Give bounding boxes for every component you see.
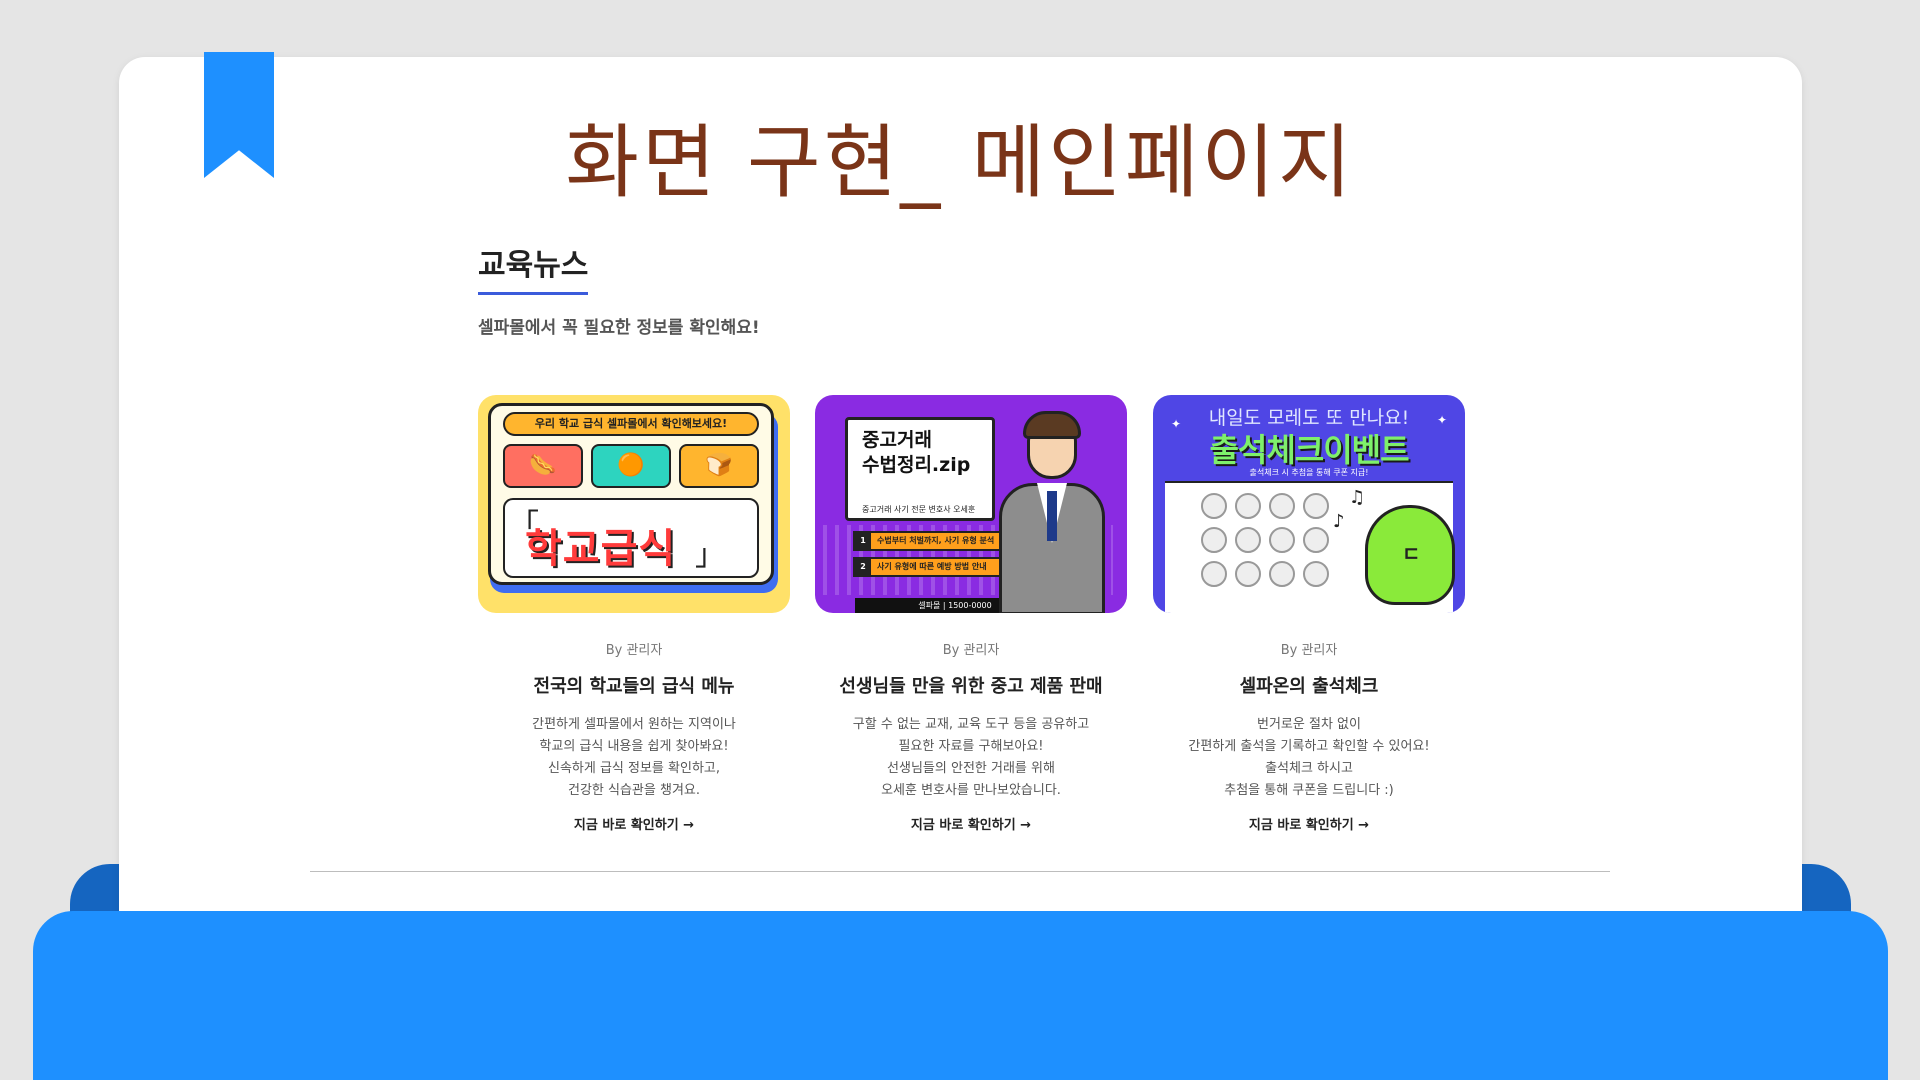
lunch-word: 학교급식 xyxy=(525,526,677,572)
music-note-icon: ♫ xyxy=(1349,487,1366,508)
section-title: 교육뉴스 xyxy=(478,240,589,295)
read-more-link[interactable]: 지금 바로 확인하기 → xyxy=(1153,814,1465,833)
stamp-icon xyxy=(1235,561,1261,587)
stamp-icon xyxy=(1303,493,1329,519)
card-author: By 관리자 xyxy=(1280,643,1338,658)
read-more-link[interactable]: 지금 바로 확인하기 → xyxy=(815,814,1127,833)
section-divider xyxy=(310,871,1610,872)
stamp-icon xyxy=(1201,527,1227,553)
attendance-sub: 출석체크 시 추첨을 통해 쿠폰 지급! xyxy=(1249,468,1369,477)
stamp-icon xyxy=(1201,561,1227,587)
stamp-icon xyxy=(1269,493,1295,519)
read-more-link[interactable]: 지금 바로 확인하기 → xyxy=(478,814,790,833)
stamp-icon xyxy=(1201,493,1227,519)
card-description: 구할 수 없는 교재, 교육 도구 등을 공유하고 필요한 자료를 구해보아요!… xyxy=(852,717,1090,798)
folder-front-panel xyxy=(33,911,1888,1080)
stamp-icon xyxy=(1235,493,1261,519)
lunch-board: 「 학교급식 」 xyxy=(503,498,759,578)
hotdog-icon: 🌭 xyxy=(503,444,583,488)
attendance-headline: 출석체크이벤트 xyxy=(1209,431,1409,469)
music-note-icon: ♪ xyxy=(1333,511,1345,532)
card-author: By 관리자 xyxy=(942,643,1000,658)
mascot-illustration: ㄷ xyxy=(1365,505,1455,605)
card-description: 번거로운 절차 없이 간편하게 출석을 기록하고 확인할 수 있어요! 출석체크… xyxy=(1188,717,1430,798)
slide-title: 화면 구현_ 메인페이지 xyxy=(565,116,1355,209)
stamp-icon xyxy=(1269,527,1295,553)
card-title[interactable]: 선생님들 만을 위한 중고 제품 판매 xyxy=(815,672,1127,698)
tip-item-2: 2 사기 유형에 따른 예방 방법 안내 xyxy=(853,557,1001,577)
stamp-icon xyxy=(1303,561,1329,587)
egg-icon: 🟠 xyxy=(591,444,671,488)
stamp-icon xyxy=(1303,527,1329,553)
news-card-lunch[interactable]: 우리 학교 급식 셀파몰에서 확인해보세요! 🌭 🟠 🍞 「 학교급식 」 By… xyxy=(478,395,790,833)
stamp-icon xyxy=(1235,527,1261,553)
section-subtitle: 셀파몰에서 꼭 필요한 정보를 확인해요! xyxy=(478,318,760,338)
card-author: By 관리자 xyxy=(605,643,663,658)
news-card-attendance[interactable]: ✦ ✦ 내일도 모레도 또 만나요! 출석체크이벤트 출석체크 시 추첨을 통해… xyxy=(1153,395,1465,833)
news-card-used-goods[interactable]: 중고거래 수법정리.zip 중고거래 사기 전문 변호사 오세훈 1 수법부터 처… xyxy=(815,395,1127,833)
speech-bubble: 중고거래 수법정리.zip 중고거래 사기 전문 변호사 오세훈 xyxy=(845,417,995,521)
lunch-thumbnail[interactable]: 우리 학교 급식 셀파몰에서 확인해보세요! 🌭 🟠 🍞 「 학교급식 」 xyxy=(478,395,790,613)
stamp-icon xyxy=(1269,561,1295,587)
attendance-thumbnail[interactable]: ✦ ✦ 내일도 모레도 또 만나요! 출석체크이벤트 출석체크 시 추첨을 통해… xyxy=(1153,395,1465,613)
tip-item-1: 1 수법부터 처벌까지, 사기 유형 분석 xyxy=(853,531,1001,551)
card-description: 간편하게 셀파몰에서 원하는 지역이나 학교의 급식 내용을 쉽게 찾아봐요! … xyxy=(532,717,736,798)
card-title[interactable]: 전국의 학교들의 급식 메뉴 xyxy=(478,672,790,698)
card-title[interactable]: 셀파온의 출석체크 xyxy=(1153,672,1465,698)
lawyer-illustration xyxy=(995,405,1107,613)
used-goods-thumbnail[interactable]: 중고거래 수법정리.zip 중고거래 사기 전문 변호사 오세훈 1 수법부터 처… xyxy=(815,395,1127,613)
bread-icon: 🍞 xyxy=(679,444,759,488)
lunch-tray: 우리 학교 급식 셀파몰에서 확인해보세요! 🌭 🟠 🍞 「 학교급식 」 xyxy=(488,403,774,585)
lunch-banner: 우리 학교 급식 셀파몰에서 확인해보세요! xyxy=(503,412,759,436)
